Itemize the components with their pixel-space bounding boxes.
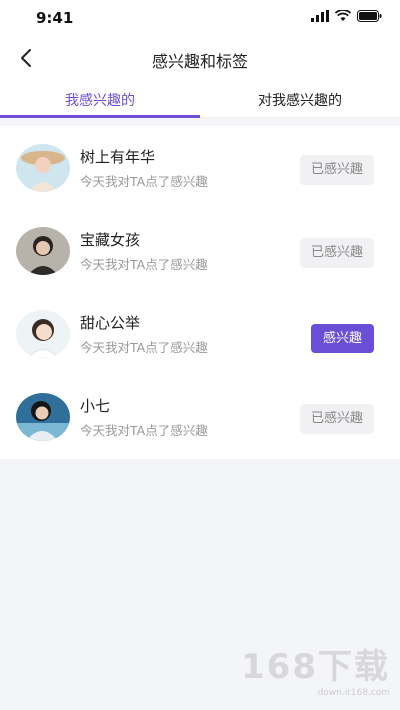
page-title: 感兴趣和标签	[151, 52, 248, 71]
watermark-url: down.it168.com	[317, 688, 390, 698]
status-time: 9:41	[36, 9, 74, 27]
watermark-logo: 168下载	[241, 647, 390, 687]
user-subtitle: 今天我对TA点了感兴趣	[80, 257, 208, 272]
interested-status-button[interactable]: 已感兴趣	[299, 404, 374, 434]
user-name: 甜心公举	[80, 314, 141, 332]
avatar[interactable]	[16, 393, 70, 441]
user-name: 宝藏女孩	[80, 231, 141, 249]
interest-button[interactable]: 感兴趣	[310, 324, 374, 353]
interested-status-button[interactable]: 已感兴趣	[299, 238, 374, 268]
status-bar: 9:41	[0, 0, 400, 36]
tab-my-interests[interactable]: 我感兴趣的	[0, 90, 200, 110]
nav-bar: 感兴趣和标签	[0, 36, 400, 80]
wifi-icon	[335, 10, 351, 21]
tab-interested-in-me[interactable]: 对我感兴趣的	[200, 90, 400, 110]
list-item[interactable]: 甜心公举 今天我对TA点了感兴趣 感兴趣	[0, 292, 400, 375]
interested-status-button[interactable]: 已感兴趣	[299, 155, 374, 185]
watermark: 168下载 down.it168.com	[241, 639, 390, 698]
user-subtitle: 今天我对TA点了感兴趣	[80, 423, 208, 438]
interest-list: 树上有年华 今天我对TA点了感兴趣 已感兴趣 宝藏女孩 今天我对TA点了感兴趣 …	[0, 126, 400, 459]
user-subtitle: 今天我对TA点了感兴趣	[80, 340, 208, 355]
signal-icon	[311, 10, 329, 22]
avatar[interactable]	[16, 310, 70, 358]
status-icons	[311, 10, 382, 22]
user-subtitle: 今天我对TA点了感兴趣	[80, 174, 208, 189]
battery-icon	[357, 10, 382, 22]
tab-active-indicator	[0, 115, 200, 118]
avatar[interactable]	[16, 227, 70, 275]
list-item[interactable]: 树上有年华 今天我对TA点了感兴趣 已感兴趣	[0, 126, 400, 209]
tab-bar: 我感兴趣的 对我感兴趣的	[0, 80, 400, 118]
user-name: 小七	[80, 397, 111, 415]
list-item[interactable]: 小七 今天我对TA点了感兴趣 已感兴趣	[0, 375, 400, 458]
user-name: 树上有年华	[80, 148, 156, 166]
list-item[interactable]: 宝藏女孩 今天我对TA点了感兴趣 已感兴趣	[0, 209, 400, 292]
avatar[interactable]	[16, 144, 70, 192]
